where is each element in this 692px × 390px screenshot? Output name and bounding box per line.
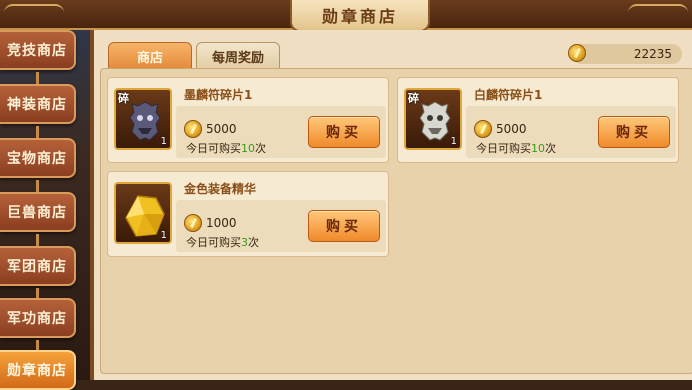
limit-count: 3 xyxy=(241,236,248,249)
list-item: 1 金色装备精华 1000 今日可购买3次 购买 xyxy=(107,171,389,257)
item-name: 墨麟符碎片1 xyxy=(184,88,253,102)
medal-icon xyxy=(568,44,586,62)
limit-suffix: 次 xyxy=(248,236,259,249)
limit-prefix: 今日可购买 xyxy=(186,142,241,155)
tab-weekly-rewards[interactable]: 每周奖励 xyxy=(196,42,280,70)
white-beast-mask-icon xyxy=(419,101,451,141)
item-name: 白麟符碎片1 xyxy=(474,88,543,102)
price-row: 5000 xyxy=(474,120,527,138)
limit-prefix: 今日可购买 xyxy=(476,142,531,155)
fragment-label: 碎 xyxy=(118,92,129,105)
limit-count: 10 xyxy=(531,142,545,155)
buy-button[interactable]: 购买 xyxy=(308,116,380,148)
sidebar-item-divine-gear-shop[interactable]: 神装商店 xyxy=(0,84,76,124)
limit-prefix: 今日可购买 xyxy=(186,236,241,249)
sidebar-item-merit-shop[interactable]: 军功商店 xyxy=(0,298,76,338)
item-price: 5000 xyxy=(496,122,527,136)
limit-suffix: 次 xyxy=(545,142,556,155)
dark-beast-mask-icon xyxy=(129,101,161,141)
buy-button[interactable]: 购买 xyxy=(308,210,380,242)
buy-button[interactable]: 购买 xyxy=(598,116,670,148)
item-count: 1 xyxy=(160,136,167,147)
sidebar-item-beast-shop[interactable]: 巨兽商店 xyxy=(0,192,76,232)
sidebar-item-medal-shop[interactable]: 勋章商店 xyxy=(0,350,76,390)
sidebar-item-treasure-shop[interactable]: 宝物商店 xyxy=(0,138,76,178)
currency-amount: 22235 xyxy=(633,47,672,61)
item-price: 5000 xyxy=(206,122,237,136)
item-icon-frame[interactable]: 1 xyxy=(114,182,172,244)
item-count: 1 xyxy=(160,230,167,241)
fragment-label: 碎 xyxy=(408,92,419,105)
title-ornament-right xyxy=(628,4,688,22)
medal-currency-display: 22235 xyxy=(568,44,682,64)
medal-icon xyxy=(184,214,202,232)
item-list: 碎 1 墨麟符碎片1 5000 今日可购买10次 购买 碎 1 白麟符碎片1 5… xyxy=(100,68,692,374)
price-row: 1000 xyxy=(184,214,237,232)
shop-panel: 商店 每周奖励 22235 碎 1 墨麟符碎片1 5000 今日可购买10次 购… xyxy=(90,30,692,380)
purchase-limit: 今日可购买10次 xyxy=(476,140,556,156)
item-count: 1 xyxy=(450,136,457,147)
sidebar-item-legion-shop[interactable]: 军团商店 xyxy=(0,246,76,286)
page-title: 勋章商店 xyxy=(290,0,430,32)
item-icon-frame[interactable]: 碎 1 xyxy=(114,88,172,150)
medal-icon xyxy=(184,120,202,138)
item-price: 1000 xyxy=(206,216,237,230)
list-item: 碎 1 白麟符碎片1 5000 今日可购买10次 购买 xyxy=(397,77,679,163)
list-item: 碎 1 墨麟符碎片1 5000 今日可购买10次 购买 xyxy=(107,77,389,163)
medal-icon xyxy=(474,120,492,138)
item-icon-frame[interactable]: 碎 1 xyxy=(404,88,462,150)
item-name: 金色装备精华 xyxy=(184,182,257,196)
tab-shop[interactable]: 商店 xyxy=(108,42,192,70)
title-ornament-left xyxy=(4,4,64,22)
purchase-limit: 今日可购买3次 xyxy=(186,234,259,250)
sidebar-item-arena-shop[interactable]: 竞技商店 xyxy=(0,30,76,70)
purchase-limit: 今日可购买10次 xyxy=(186,140,266,156)
limit-suffix: 次 xyxy=(255,142,266,155)
limit-count: 10 xyxy=(241,142,255,155)
price-row: 5000 xyxy=(184,120,237,138)
